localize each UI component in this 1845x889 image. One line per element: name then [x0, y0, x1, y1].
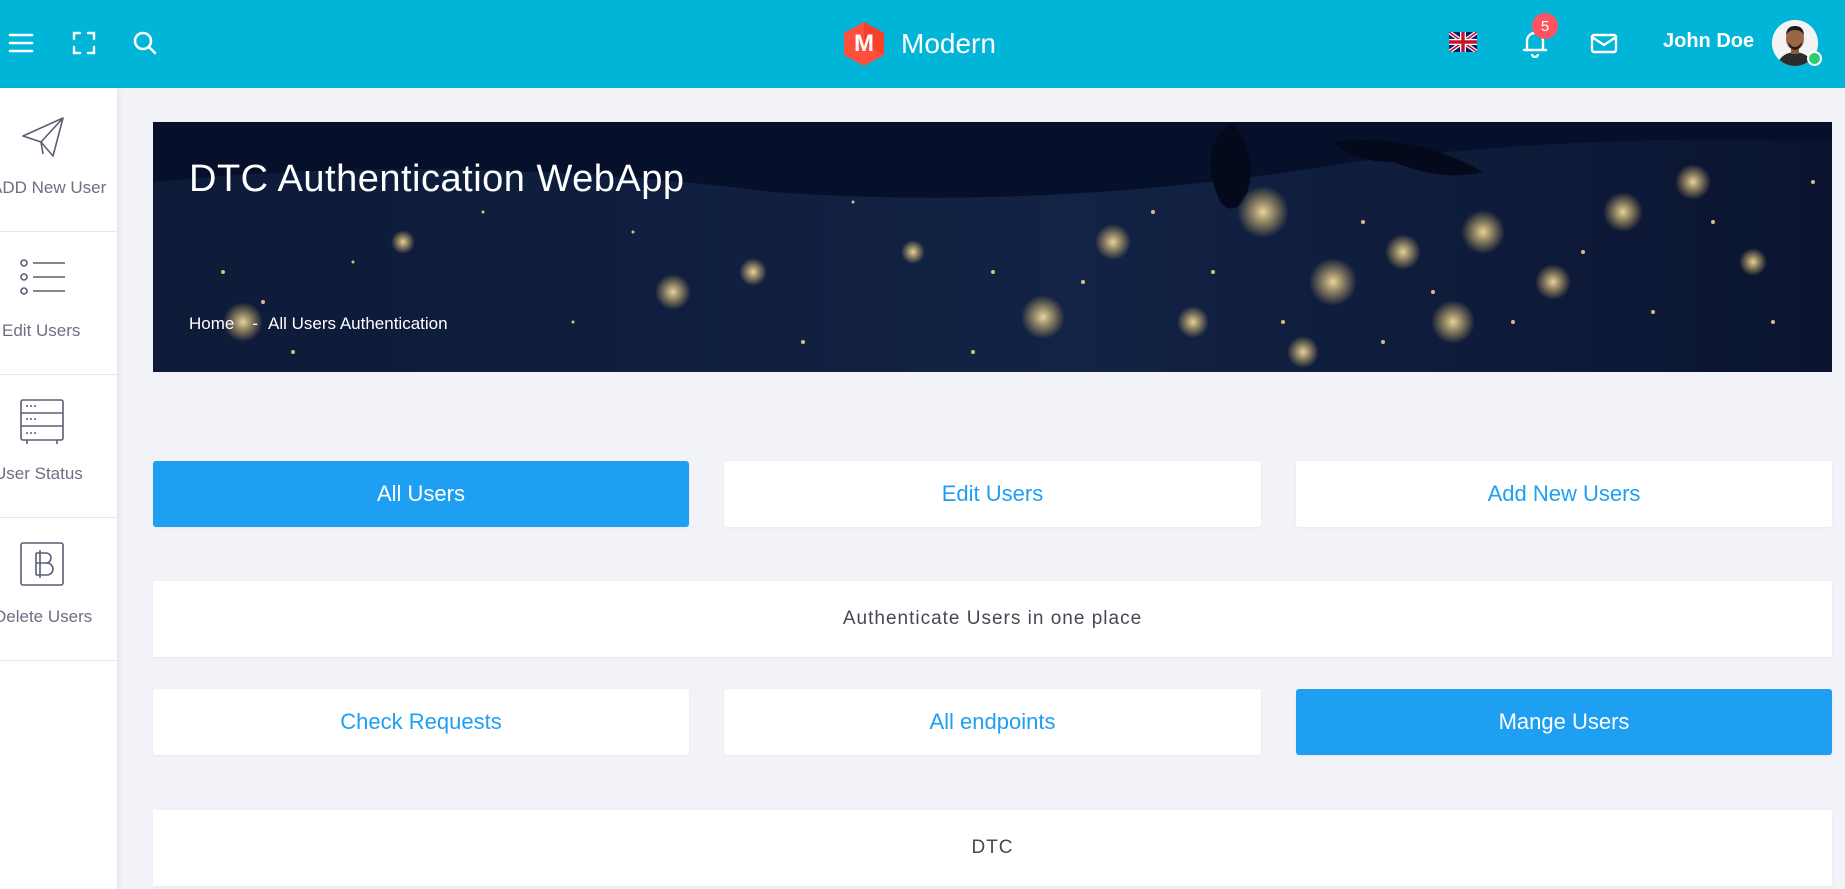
- sidebar-item-edit-users[interactable]: Edit Users: [0, 231, 117, 375]
- breadcrumb: Home - All Users Authentication: [189, 314, 448, 334]
- all-endpoints-button[interactable]: All endpoints: [724, 689, 1261, 755]
- brand-logo-link[interactable]: M Modern: [841, 20, 996, 68]
- bitcoin-box-icon: [19, 539, 67, 591]
- sidebar-item-user-status[interactable]: User Status: [0, 374, 117, 518]
- sidebar-item-label: Delete Users: [0, 607, 93, 626]
- brand-initial: M: [854, 30, 874, 57]
- search-icon[interactable]: [128, 26, 162, 60]
- list-icon: [19, 253, 67, 305]
- uk-flag-icon[interactable]: [1447, 30, 1479, 54]
- dtc-card: DTC: [153, 810, 1832, 886]
- user-name[interactable]: John Doe: [1663, 30, 1754, 53]
- mail-icon[interactable]: [1589, 28, 1619, 58]
- top-navbar: M Modern 5 John Doe: [0, 0, 1845, 88]
- page-header-banner: DTC Authentication WebApp Home - All Use…: [153, 122, 1832, 372]
- sidebar-item-delete-users[interactable]: Delete Users: [0, 517, 117, 661]
- sidebar-item-label: User Status: [0, 464, 83, 483]
- tab-all-users[interactable]: All Users: [153, 461, 689, 527]
- page-title: DTC Authentication WebApp: [189, 158, 685, 200]
- sidebar: ADD New User Edit Users User Status Dele…: [0, 88, 117, 889]
- server-icon: [19, 396, 67, 448]
- tab-edit-users[interactable]: Edit Users: [724, 461, 1261, 527]
- manage-users-button[interactable]: Mange Users: [1296, 689, 1832, 755]
- online-status-dot: [1807, 51, 1822, 66]
- fullscreen-icon[interactable]: [67, 26, 101, 60]
- sidebar-item-label: Edit Users: [2, 321, 81, 340]
- breadcrumb-current: All Users Authentication: [268, 314, 448, 333]
- check-requests-button[interactable]: Check Requests: [153, 689, 689, 755]
- breadcrumb-separator: -: [252, 314, 259, 333]
- sidebar-item-add-new-user[interactable]: ADD New User: [0, 88, 117, 232]
- breadcrumb-home-link[interactable]: Home: [189, 314, 234, 334]
- brand-logo-icon: M: [841, 20, 887, 68]
- brand-name: Modern: [901, 28, 996, 59]
- paper-plane-icon: [19, 110, 67, 162]
- hamburger-menu-icon[interactable]: [4, 26, 38, 60]
- tab-add-new-users[interactable]: Add New Users: [1296, 461, 1832, 527]
- sidebar-item-label: ADD New User: [0, 178, 107, 197]
- notification-badge[interactable]: 5: [1532, 13, 1558, 39]
- tagline-card: Authenticate Users in one place: [153, 581, 1832, 657]
